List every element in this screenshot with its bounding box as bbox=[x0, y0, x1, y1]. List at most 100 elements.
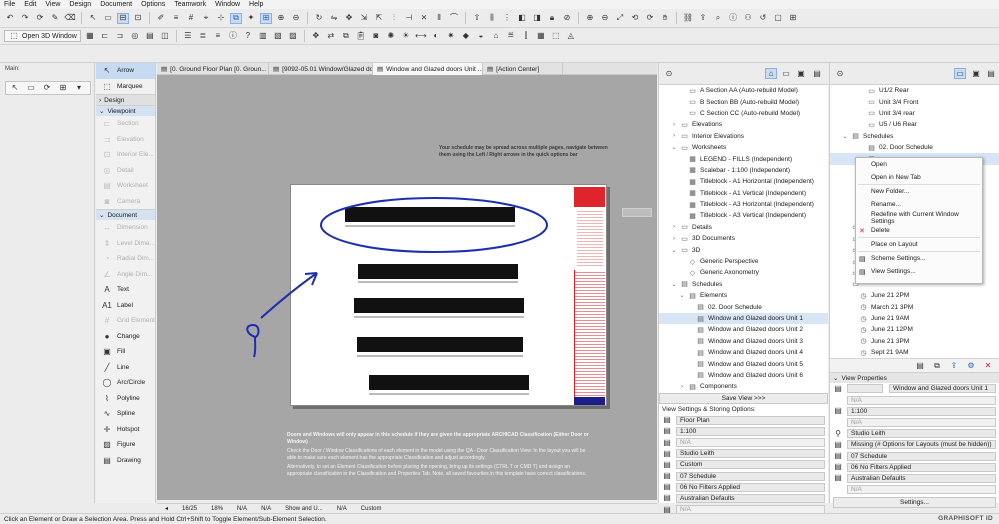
tool-label[interactable]: A1 Label bbox=[96, 298, 155, 314]
layers-icon[interactable]: ≡ bbox=[170, 13, 182, 24]
rotate-view-icon[interactable]: ↻ bbox=[313, 13, 325, 24]
chevron-down-icon[interactable]: ⌄ bbox=[671, 281, 677, 288]
navigator-item[interactable]: ▭ C Section CC (Auto-rebuild Model) bbox=[659, 108, 828, 119]
view-properties-header[interactable]: ⌄ View Properties bbox=[830, 372, 999, 384]
chevron-down-icon[interactable]: ⌄ bbox=[671, 144, 677, 151]
navigator-item[interactable]: ▤ 02. Door Schedule bbox=[830, 142, 999, 153]
chevron-right-icon[interactable]: › bbox=[671, 133, 677, 139]
previous-zoom-icon[interactable]: ⟲ bbox=[629, 13, 641, 24]
tool-elevation[interactable]: ⊐ Elevation bbox=[96, 132, 155, 148]
angle-value[interactable]: N/A bbox=[237, 506, 247, 512]
navigator-item[interactable]: ▤ Window and Glazed doors Unit 5 bbox=[659, 358, 828, 369]
navigator-item[interactable]: ▭ U1/2 Rear bbox=[830, 85, 999, 96]
navigator-item[interactable]: › ▭ Details bbox=[659, 222, 828, 233]
tool-dimension-3[interactable]: ∠ Angle Dim... bbox=[96, 267, 155, 283]
element-info-icon[interactable]: ⓘ bbox=[727, 13, 739, 24]
gravity-icon[interactable]: ⊡ bbox=[132, 13, 144, 24]
menu-item-options[interactable]: Options bbox=[141, 0, 165, 9]
navigator-item[interactable]: ▦ Titleblock - A1 Vertical (Independent) bbox=[659, 188, 828, 199]
railing-icon[interactable]: ⫿ bbox=[520, 31, 532, 42]
open-3d-window-button[interactable]: ⬚ Open 3D Window bbox=[4, 30, 81, 42]
option-value-field[interactable]: Australian Defaults bbox=[676, 493, 825, 503]
chevron-down-icon[interactable]: ⌄ bbox=[671, 247, 677, 254]
view-name-field[interactable]: Window and Glazed doors Unit 1 bbox=[889, 384, 996, 394]
menu-item-window[interactable]: Window bbox=[215, 0, 240, 9]
settings-icon[interactable]: ⚙ bbox=[965, 360, 977, 371]
view-tab[interactable]: ▤ Window and Glazed doors Unit ... bbox=[373, 63, 483, 75]
send-back-icon[interactable]: ◨ bbox=[531, 13, 543, 24]
navigator-item[interactable]: ▭ B Section BB (Auto-rebuild Model) bbox=[659, 96, 828, 107]
layout-icon[interactable]: ▥ bbox=[257, 31, 269, 42]
pan-icon[interactable]: ✋︎ bbox=[659, 13, 671, 24]
selection-settings-box[interactable]: ↖ ▭ ⟳ ⊞ ▾ bbox=[5, 81, 91, 95]
tool-change[interactable]: ● Change bbox=[96, 329, 155, 345]
stair-icon[interactable]: ≝ bbox=[505, 31, 517, 42]
navigator-item[interactable]: ▤ Window and Glazed doors Unit 6 bbox=[659, 370, 828, 381]
custom-dropdown[interactable]: Custom bbox=[361, 506, 382, 512]
arrow-select-icon[interactable]: ↖ bbox=[87, 13, 99, 24]
section-icon[interactable]: ⊏ bbox=[99, 31, 111, 42]
option-value-field[interactable]: 1:100 bbox=[847, 406, 996, 416]
navigator-menu-icon[interactable]: ⊙ bbox=[663, 68, 675, 79]
context-menu-rename[interactable]: Rename... bbox=[856, 198, 982, 211]
tool-text[interactable]: A Text bbox=[96, 282, 155, 298]
option-value-field[interactable]: 07 Schedule bbox=[676, 471, 825, 481]
option-value-field[interactable]: N/A bbox=[847, 418, 996, 428]
context-menu-delete[interactable]: ✕ Delete bbox=[856, 224, 982, 237]
solid-ops-icon[interactable]: ◐ bbox=[430, 31, 442, 42]
guide-icon[interactable]: ⊹ bbox=[215, 13, 227, 24]
unlock-icon[interactable]: ⊘ bbox=[561, 13, 573, 24]
tool-dimension-2[interactable]: ◔ Radial Dim... bbox=[96, 251, 155, 267]
project-map-icon[interactable]: ⌂ bbox=[765, 68, 777, 79]
view-tab[interactable]: ▤ [Action Center] bbox=[483, 63, 563, 75]
new-folder-icon[interactable]: ▤ bbox=[914, 360, 926, 371]
selection-mode-icon[interactable]: ⊟ bbox=[117, 12, 129, 24]
view-tab[interactable]: ▤ [0. Ground Floor Plan [0. Groun... bbox=[157, 63, 269, 75]
option-value-field[interactable]: Australian Defaults bbox=[847, 473, 996, 483]
tool-dimension-0[interactable]: ↔ Dimension bbox=[96, 220, 155, 236]
chevron-right-icon[interactable]: › bbox=[671, 236, 677, 242]
navigator-item[interactable]: ▭ A Section AA (Auto-rebuild Model) bbox=[659, 85, 828, 96]
split-icon[interactable]: ⫶ bbox=[388, 13, 400, 24]
navigator-item[interactable]: ▦ Titleblock - A3 Horizontal (Independent… bbox=[659, 199, 828, 210]
tool-arrow[interactable]: ↖ Arrow bbox=[96, 63, 155, 79]
curtain-wall-icon[interactable]: ▦ bbox=[535, 31, 547, 42]
trace-icon[interactable]: ⧉ bbox=[230, 12, 242, 24]
navigator-item[interactable]: ▤ Window and Glazed doors Unit 2 bbox=[659, 324, 828, 335]
menu-item-edit[interactable]: Edit bbox=[24, 0, 36, 9]
view-map-icon[interactable]: ▭ bbox=[780, 68, 792, 79]
tool-worksheet[interactable]: ▤ Worksheet bbox=[96, 178, 155, 194]
navigator-item[interactable]: ◇ Generic Axonometry bbox=[659, 267, 828, 278]
navigator-item[interactable]: ◷ June 21 2PM bbox=[830, 290, 999, 301]
page-counter[interactable]: 16/25 bbox=[182, 506, 197, 512]
context-menu-open[interactable]: Open bbox=[856, 158, 982, 171]
chevron-right-icon[interactable]: › bbox=[671, 224, 677, 230]
layout-book-icon[interactable]: ▤ bbox=[985, 68, 997, 79]
navigator-item[interactable]: ⌄ ▭ 3D bbox=[659, 244, 828, 255]
copy-icon[interactable]: ⧉ bbox=[340, 31, 352, 42]
lock-icon[interactable]: 🔒︎ bbox=[546, 13, 558, 24]
document-3d-icon[interactable]: ◫ bbox=[159, 31, 171, 42]
toolbox-group-viewpoint[interactable]: ⌄ Viewpoint bbox=[96, 105, 155, 116]
drawing-icon[interactable]: ▨ bbox=[287, 31, 299, 42]
fillet-icon[interactable]: ⌒ bbox=[448, 13, 460, 24]
navigator-item[interactable]: ▦ LEGEND - FILLS (Independent) bbox=[659, 153, 828, 164]
refresh-icon[interactable]: ↺ bbox=[757, 13, 769, 24]
menu-item-teamwork[interactable]: Teamwork bbox=[174, 0, 206, 9]
suspend-groups-icon[interactable]: ⊞ bbox=[260, 12, 272, 24]
view-tab[interactable]: ▤ [9092-05.01 Window/Glazed doo... bbox=[269, 63, 373, 75]
navigator-item[interactable]: › ▭ Interior Elevations bbox=[659, 131, 828, 142]
tool-marquee[interactable]: ⬚ Marquee bbox=[96, 79, 155, 95]
option-value-field[interactable]: Studio Leith bbox=[676, 449, 825, 459]
navigator-item[interactable]: ▦ Titleblock - A1 Horizontal (Independent… bbox=[659, 176, 828, 187]
option-value-field[interactable]: 1:100 bbox=[676, 426, 825, 436]
find-select-icon[interactable]: ⌕ bbox=[712, 13, 724, 24]
tool-dimension-1[interactable]: ⇕ Level Dime... bbox=[96, 236, 155, 252]
clone-icon[interactable]: ⧉ bbox=[931, 360, 943, 371]
teamwork-icon[interactable]: ⚇ bbox=[742, 13, 754, 24]
window-icon[interactable]: ▢ bbox=[772, 13, 784, 24]
navigator-item[interactable]: ⌄ ▤ Schedules bbox=[659, 279, 828, 290]
morph-icon[interactable]: ◆ bbox=[460, 31, 472, 42]
menu-item-file[interactable]: File bbox=[4, 0, 15, 9]
shell-icon[interactable]: ◒ bbox=[475, 31, 487, 42]
